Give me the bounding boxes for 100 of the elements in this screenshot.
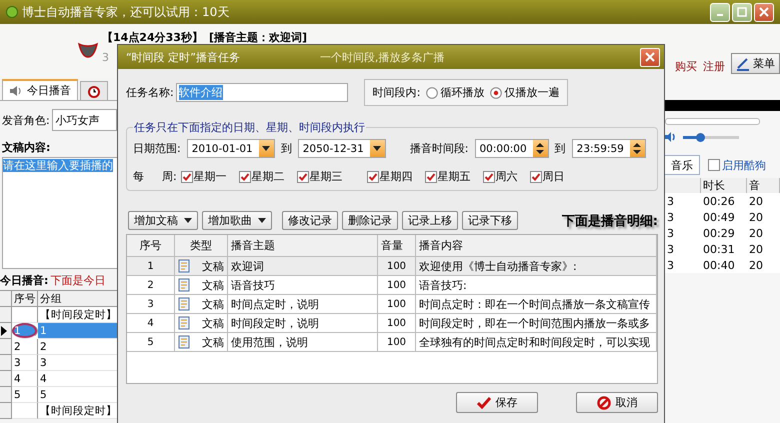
close-icon [645, 52, 655, 62]
time-field[interactable]: 23:59:59 [572, 139, 646, 158]
column-header[interactable]: 序号 [127, 235, 175, 257]
table-cell-text: 3 [666, 226, 675, 241]
column-header[interactable]: 时长 [701, 178, 747, 193]
checkbox[interactable] [366, 170, 379, 182]
toolbar-button[interactable]: 删除记录 [342, 211, 398, 230]
cancel-button[interactable]: 取消 [576, 392, 658, 413]
menu-button[interactable]: 菜单 [731, 53, 780, 74]
slider-thumb[interactable] [696, 132, 705, 142]
toolbar-button[interactable]: 记录上移 [402, 211, 458, 230]
progress-track[interactable] [665, 118, 760, 125]
column-header[interactable]: 音 [747, 178, 780, 193]
document-icon [178, 316, 190, 330]
window-title: 博士自动播音专家，还可以试用：10天 [22, 4, 230, 20]
caret-icon [258, 218, 266, 223]
table-cell-text: 20 [748, 258, 764, 273]
toolbar-button[interactable]: 记录下移 [462, 211, 518, 230]
type-text: 文稿 [202, 296, 224, 312]
checkbox[interactable] [482, 170, 495, 182]
today-note: 下面是今日 [50, 273, 106, 288]
table-cell: 使用范围，说明 [228, 333, 378, 352]
table-cell: 2 [38, 339, 118, 355]
radio-button[interactable] [490, 86, 502, 98]
column-header[interactable]: 类型 [175, 235, 228, 257]
tab[interactable] [80, 81, 108, 100]
checkbox-label[interactable]: 星期二 [252, 169, 285, 184]
today-label: 今日播音: [0, 273, 48, 288]
minimize-button[interactable] [710, 2, 730, 22]
radio-option[interactable]: 循环播放 [426, 85, 484, 100]
checkbox-label[interactable]: 周六 [496, 169, 518, 184]
column-header[interactable]: 分组 [38, 291, 118, 307]
table-cell-text: 3 [666, 242, 675, 257]
checkbox[interactable] [424, 170, 437, 182]
radio-option[interactable]: 仅播放一遍 [490, 85, 560, 100]
table-cell-text: 20 [748, 194, 764, 209]
volume-icon[interactable] [665, 131, 677, 143]
column-header[interactable]: 播音内容 [416, 235, 657, 257]
checkbox[interactable] [180, 170, 193, 182]
group-legend: 任务只在下面指定的日期、星期、时间段内执行 [133, 120, 366, 135]
toolbar-button[interactable]: 增加歌曲 [202, 211, 272, 230]
date-field[interactable]: 2050-12-31 [298, 139, 386, 158]
table-cell: 100 [378, 295, 416, 314]
detail-heading: 下面是播音明细: [562, 212, 658, 230]
volume-slider[interactable] [683, 136, 739, 138]
checkbox[interactable] [530, 170, 542, 182]
dialog-subtitle: 一个时间段,播放多条广播 [320, 50, 444, 64]
column-header[interactable]: 播音主题 [228, 235, 378, 257]
toolbar-button[interactable]: 修改记录 [282, 211, 338, 230]
voice-field[interactable]: 小巧女声 [52, 109, 117, 131]
table-cell-text: 3 [666, 210, 675, 225]
toolbar-button[interactable]: 增加文稿 [128, 211, 198, 230]
check-icon [476, 396, 490, 408]
header-link[interactable]: 购买 [675, 59, 697, 74]
table-cell-text: 3 [666, 194, 675, 209]
table-cell: 1 [38, 323, 118, 339]
column-header[interactable]: 序号 [12, 291, 38, 307]
dialog-title: “时间段 定时”播音任务 [126, 50, 240, 64]
caret-icon [262, 146, 270, 151]
table-cell: 全球独有的时间点定时和时间段定时，可以实现 [416, 333, 657, 352]
spin-icon [633, 143, 642, 154]
checkbox-label[interactable]: 星期四 [380, 169, 413, 184]
mouth-icon [78, 42, 98, 58]
checkbox-label[interactable]: 周日 [542, 169, 565, 184]
close-button[interactable] [640, 48, 660, 66]
table-cell-text: 20 [748, 242, 764, 257]
checkbox-label[interactable]: 星期一 [194, 169, 227, 184]
time-label: 播音时间段: [410, 141, 468, 156]
caret-icon [373, 146, 382, 151]
pen-icon [736, 56, 750, 70]
checkbox-label[interactable]: 启用酷狗 [722, 158, 766, 172]
row-header [0, 355, 12, 371]
column-header[interactable]: 音量 [378, 235, 416, 257]
tab[interactable]: 音乐 [665, 155, 700, 175]
close-button[interactable] [754, 2, 774, 22]
table-cell-text: 20 [748, 210, 764, 225]
caret-icon [184, 218, 192, 223]
table-cell-text: 00:40 [702, 258, 736, 273]
table-cell: 100 [378, 276, 416, 295]
checkbox-label[interactable]: 星期三 [310, 169, 343, 184]
checkbox[interactable] [708, 159, 720, 171]
maximize-button[interactable] [732, 2, 752, 22]
header-link[interactable]: 注册 [703, 59, 725, 74]
table-cell: 4 [38, 371, 118, 387]
table-cell: 2 [12, 339, 38, 355]
checkbox[interactable] [238, 170, 251, 182]
checkbox-label[interactable]: 星期五 [438, 169, 471, 184]
table-cell: 时间段定时，即在一个时间范围内播放一条或多 [416, 314, 657, 333]
maximize-icon [737, 7, 747, 17]
table-cell: 时间段定时，说明 [228, 314, 378, 333]
tab[interactable]: 今日播音 [2, 79, 78, 100]
time-field[interactable]: 00:00:00 [474, 139, 549, 158]
checkbox[interactable] [296, 170, 309, 182]
save-button[interactable]: 保存 [456, 392, 538, 413]
row-header [0, 371, 12, 387]
week-label: 周: [162, 169, 177, 184]
type-text: 文稿 [202, 278, 224, 292]
date-field[interactable]: 2010-01-01 [186, 139, 275, 158]
table-cell: 1 [12, 323, 38, 339]
radio-button[interactable] [426, 86, 438, 98]
